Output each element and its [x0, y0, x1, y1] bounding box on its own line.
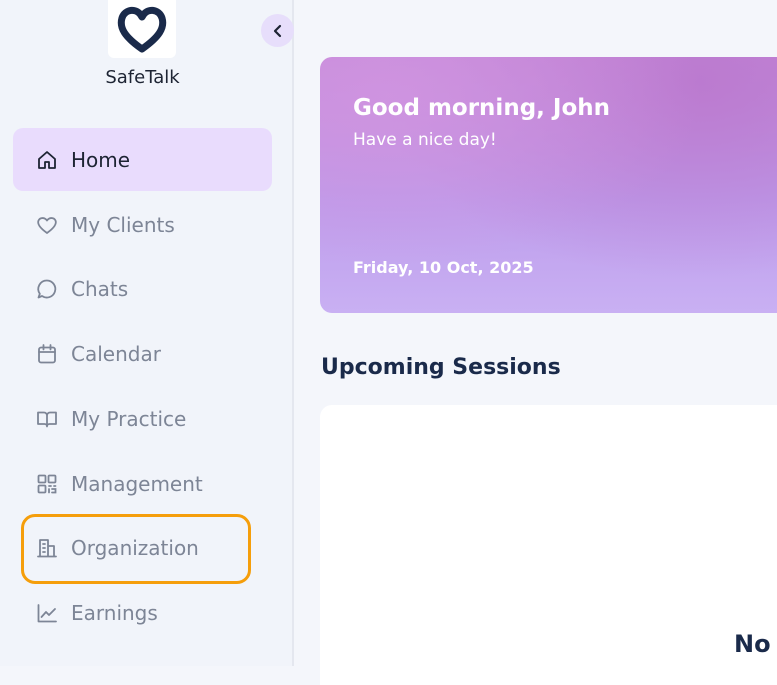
heart-icon	[35, 213, 59, 237]
main-content: Good morning, John Have a nice day! Frid…	[294, 0, 777, 685]
current-date: Friday, 10 Oct, 2025	[353, 258, 534, 277]
collapse-sidebar-button[interactable]	[261, 14, 294, 47]
sidebar-item-organization[interactable]: Organization	[13, 516, 272, 579]
greeting-subtitle: Have a nice day!	[353, 130, 497, 150]
sessions-empty-text: No	[734, 630, 771, 658]
sidebar-item-home[interactable]: Home	[13, 128, 272, 191]
sidebar-item-my-clients[interactable]: My Clients	[13, 193, 272, 256]
sidebar-item-label: Organization	[71, 535, 199, 560]
sidebar-item-label: Home	[71, 147, 131, 172]
sidebar-item-calendar[interactable]: Calendar	[13, 322, 272, 385]
sidebar-item-chats[interactable]: Chats	[13, 257, 272, 320]
home-icon	[35, 148, 59, 172]
sidebar-item-label: Management	[71, 471, 203, 496]
sidebar-item-earnings[interactable]: Earnings	[13, 581, 272, 644]
chevron-left-icon	[273, 24, 281, 37]
upcoming-sessions-title: Upcoming Sessions	[321, 355, 561, 380]
sidebar-item-my-practice[interactable]: My Practice	[13, 387, 272, 450]
greeting-title: Good morning, John	[353, 95, 611, 121]
sidebar-item-label: My Practice	[71, 406, 187, 431]
upcoming-sessions-card: No	[320, 405, 777, 685]
calendar-icon	[35, 342, 59, 366]
logo	[108, 0, 176, 58]
building-icon	[35, 536, 59, 560]
sidebar-item-label: Chats	[71, 276, 129, 301]
greeting-banner: Good morning, John Have a nice day! Frid…	[320, 57, 777, 313]
chat-bubble-icon	[35, 277, 59, 301]
qr-code-icon	[35, 472, 59, 496]
brand-name: SafeTalk	[105, 67, 180, 88]
sidebar-item-label: My Clients	[71, 212, 175, 237]
safetalk-logo-icon	[117, 6, 167, 53]
sidebar-item-label: Earnings	[71, 600, 158, 625]
chart-line-icon	[35, 601, 59, 625]
sidebar-item-management[interactable]: Management	[13, 452, 272, 515]
sidebar: SafeTalk Home My Clients Chats Calendar	[0, 0, 294, 666]
book-open-icon	[35, 407, 59, 431]
sidebar-item-label: Calendar	[71, 341, 161, 366]
